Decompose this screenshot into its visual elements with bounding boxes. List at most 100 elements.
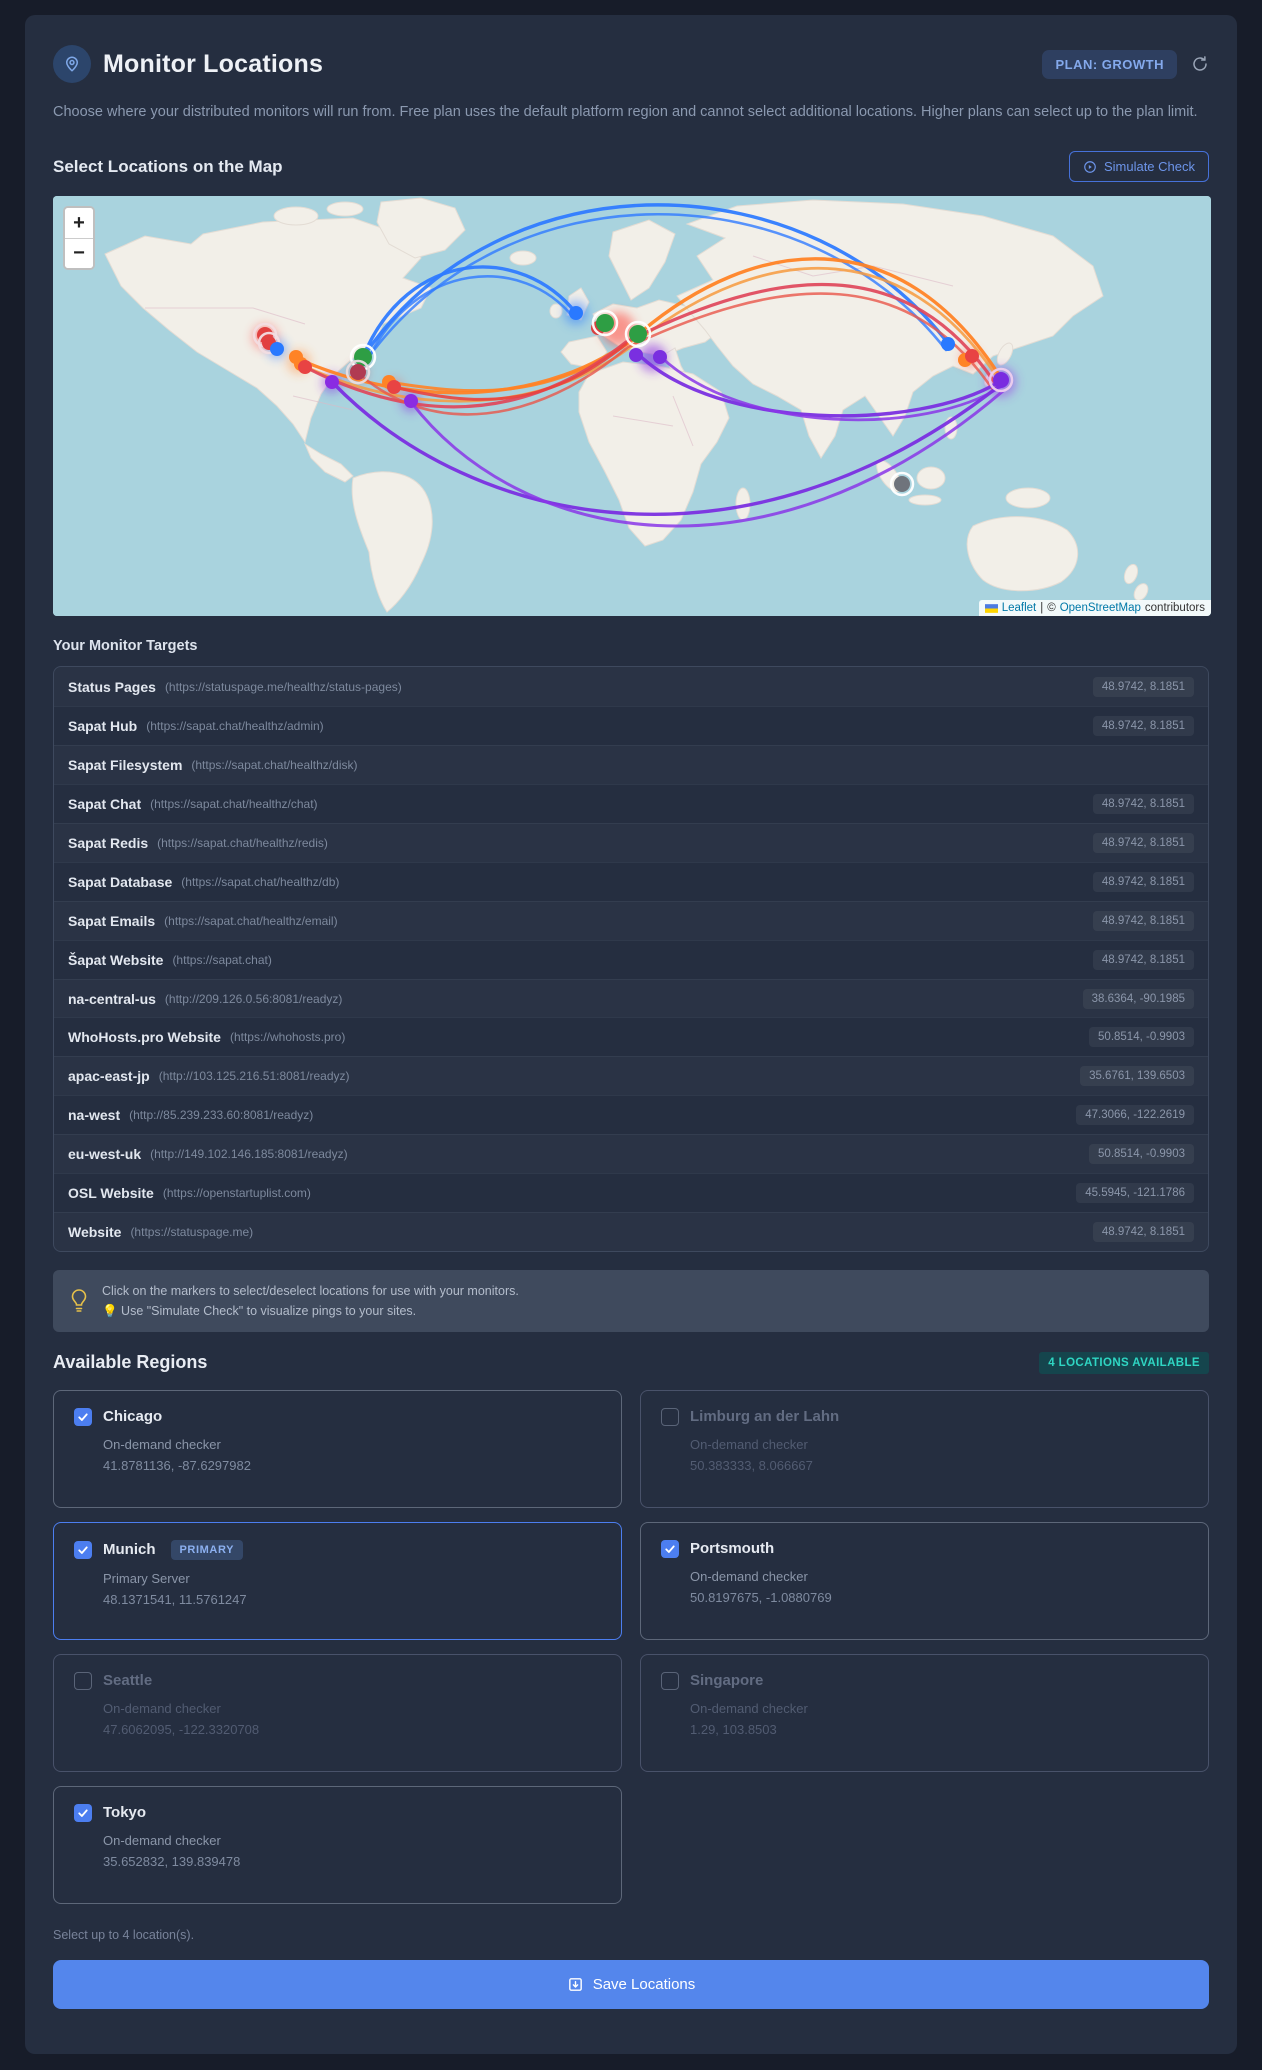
target-coords-badge: 48.9742, 8.1851 <box>1092 716 1194 737</box>
target-row: na-central-us (http://209.126.0.56:8081/r… <box>54 978 1208 1018</box>
region-name: Seattle <box>103 1672 153 1690</box>
target-coords-badge: 48.9742, 8.1851 <box>1092 871 1194 892</box>
region-name: Munich <box>103 1541 156 1559</box>
checkbox-checked-icon[interactable] <box>74 1803 92 1822</box>
target-url: (https://sapat.chat/healthz/db) <box>181 874 340 889</box>
region-coords: 1.29, 103.8503 <box>690 1721 777 1737</box>
region-cards: Chicago On-demand checker 41.8781136, -8… <box>53 1389 1209 1904</box>
target-row: apac-east-jp (http://103.125.216.51:8081/… <box>54 1056 1208 1095</box>
target-url: (https://openstartuplist.com) <box>162 1185 311 1200</box>
target-row: Sapat Filesystem (https://sapat.chat/heal… <box>54 745 1208 784</box>
map-attribution: Leaflet | © OpenStreetMap contributors <box>978 600 1211 617</box>
target-name: Website <box>68 1223 122 1240</box>
region-desc: On-demand checker <box>690 1700 808 1716</box>
target-name: na-west <box>68 1107 121 1124</box>
target-row: na-west (http://85.239.233.60:8081/readyz… <box>54 1095 1208 1134</box>
plan-badge: PLAN: GROWTH <box>1042 49 1177 79</box>
region-coords: 48.1371541, 11.5761247 <box>103 1591 247 1607</box>
simulate-check-label: Simulate Check <box>1103 159 1195 175</box>
target-name: Sapat Database <box>68 873 173 890</box>
simulate-check-button[interactable]: Simulate Check <box>1068 151 1209 183</box>
regions-heading: Available Regions <box>53 1352 208 1373</box>
target-url: (https://whohosts.pro) <box>229 1030 346 1045</box>
region-card-singapore[interactable]: Singapore On-demand checker 1.29, 103.85… <box>640 1653 1209 1772</box>
checkbox-unchecked-icon[interactable] <box>74 1671 92 1690</box>
region-coords: 50.383333, 8.066667 <box>690 1457 813 1473</box>
header: Monitor Locations PLAN: GROWTH <box>53 45 1209 83</box>
region-card-seattle[interactable]: Seattle On-demand checker 47.6062095, -1… <box>53 1653 622 1772</box>
region-card-chicago[interactable]: Chicago On-demand checker 41.8781136, -8… <box>53 1389 622 1508</box>
map-zoom-control: + − <box>63 206 95 271</box>
refresh-icon[interactable] <box>1191 55 1209 73</box>
map-canvas <box>53 196 1211 617</box>
target-url: (https://sapat.chat/healthz/admin) <box>146 719 324 734</box>
target-name: Sapat Chat <box>68 796 142 813</box>
target-row: Sapat Hub (https://sapat.chat/healthz/adm… <box>54 706 1208 745</box>
region-name: Portsmouth <box>690 1540 775 1558</box>
target-url: (https://sapat.chat/healthz/email) <box>164 913 338 928</box>
region-name: Tokyo <box>103 1804 147 1822</box>
target-coords-badge: 35.6761, 139.6503 <box>1080 1066 1194 1087</box>
target-name: na-central-us <box>68 990 156 1007</box>
target-url: (https://statuspage.me/healthz/status-pa… <box>164 679 402 694</box>
region-name: Chicago <box>103 1408 163 1426</box>
target-coords-badge: 48.9742, 8.1851 <box>1092 676 1194 697</box>
target-url: (https://sapat.chat) <box>172 952 272 967</box>
monitor-locations-panel: Monitor Locations PLAN: GROWTH Choose wh… <box>25 15 1237 2054</box>
target-name: WhoHosts.pro Website <box>68 1029 221 1046</box>
region-card-tokyo[interactable]: Tokyo On-demand checker 35.652832, 139.8… <box>53 1785 622 1904</box>
target-row: Šapat Website (https://sapat.chat) 48.9742… <box>54 939 1208 979</box>
save-locations-button[interactable]: Save Locations <box>53 1959 1209 2009</box>
checkbox-unchecked-icon[interactable] <box>661 1407 679 1426</box>
target-url: (http://209.126.0.56:8081/readyz) <box>164 991 343 1006</box>
location-pin-icon <box>53 45 91 83</box>
target-coords-badge: 48.9742, 8.1851 <box>1092 1221 1194 1242</box>
region-card-limburg[interactable]: Limburg an der Lahn On-demand checker 50… <box>640 1389 1209 1508</box>
checkbox-checked-icon[interactable] <box>74 1540 92 1559</box>
region-name: Singapore <box>690 1672 764 1690</box>
locations-available-badge: 4 LOCATIONS AVAILABLE <box>1039 1351 1209 1374</box>
target-url: (https://statuspage.me) <box>130 1224 254 1239</box>
checkbox-checked-icon[interactable] <box>661 1539 679 1558</box>
region-coords: 47.6062095, -122.3320708 <box>103 1721 260 1737</box>
region-coords: 50.8197675, -1.0880769 <box>690 1589 832 1605</box>
world-map[interactable]: + − Leaflet | © OpenStreetMap contributo… <box>53 196 1211 617</box>
play-circle-icon <box>1084 161 1096 173</box>
target-coords-badge: 45.5945, -121.1786 <box>1076 1182 1194 1203</box>
target-name: eu-west-uk <box>68 1146 142 1163</box>
target-name: Sapat Redis <box>68 834 149 851</box>
osm-link[interactable]: OpenStreetMap <box>1060 602 1141 614</box>
zoom-in-button[interactable]: + <box>65 208 93 239</box>
target-row: Website (https://statuspage.me) 48.9742, 8… <box>54 1211 1208 1251</box>
region-card-munich[interactable]: Munich PRIMARY Primary Server 48.1371541… <box>53 1521 622 1640</box>
target-row: Status Pages (https://statuspage.me/healt… <box>54 667 1208 706</box>
region-desc: On-demand checker <box>690 1436 808 1452</box>
tip-box: Click on the markers to select/deselect … <box>53 1269 1209 1332</box>
target-row: OSL Website (https://openstartuplist.com)… <box>54 1173 1208 1212</box>
osm-suffix: contributors <box>1144 602 1205 615</box>
region-desc: On-demand checker <box>690 1568 808 1584</box>
target-coords-badge: 50.8514, -0.9903 <box>1089 1144 1194 1165</box>
target-row: Sapat Database (https://sapat.chat/health… <box>54 861 1208 901</box>
target-url: (https://sapat.chat/healthz/chat) <box>150 797 318 812</box>
target-coords-badge: 50.8514, -0.9903 <box>1089 1027 1194 1048</box>
target-coords-badge: 48.9742, 8.1851 <box>1092 949 1194 970</box>
target-row: eu-west-uk (http://149.102.146.185:8081/r… <box>54 1134 1208 1173</box>
checkbox-checked-icon[interactable] <box>74 1407 92 1426</box>
target-url: (https://sapat.chat/healthz/redis) <box>157 835 328 850</box>
ukraine-flag-icon <box>984 604 998 613</box>
target-name: Status Pages <box>68 678 156 695</box>
select-limit-note: Select up to 4 location(s). <box>53 1927 195 1942</box>
leaflet-link[interactable]: Leaflet <box>1002 602 1037 614</box>
region-desc: On-demand checker <box>103 1832 221 1848</box>
tip-line-1: Click on the markers to select/deselect … <box>102 1283 519 1298</box>
region-desc: Primary Server <box>103 1570 190 1586</box>
region-card-portsmouth[interactable]: Portsmouth On-demand checker 50.8197675,… <box>640 1521 1209 1640</box>
checkbox-unchecked-icon[interactable] <box>661 1671 679 1690</box>
target-coords-badge: 48.9742, 8.1851 <box>1092 910 1194 931</box>
target-row: WhoHosts.pro Website (https://whohosts.pr… <box>54 1017 1208 1056</box>
region-coords: 41.8781136, -87.6297982 <box>103 1457 251 1473</box>
attribution-separator: | <box>1040 602 1044 615</box>
zoom-out-button[interactable]: − <box>65 238 93 269</box>
target-name: Šapat Website <box>68 951 164 968</box>
